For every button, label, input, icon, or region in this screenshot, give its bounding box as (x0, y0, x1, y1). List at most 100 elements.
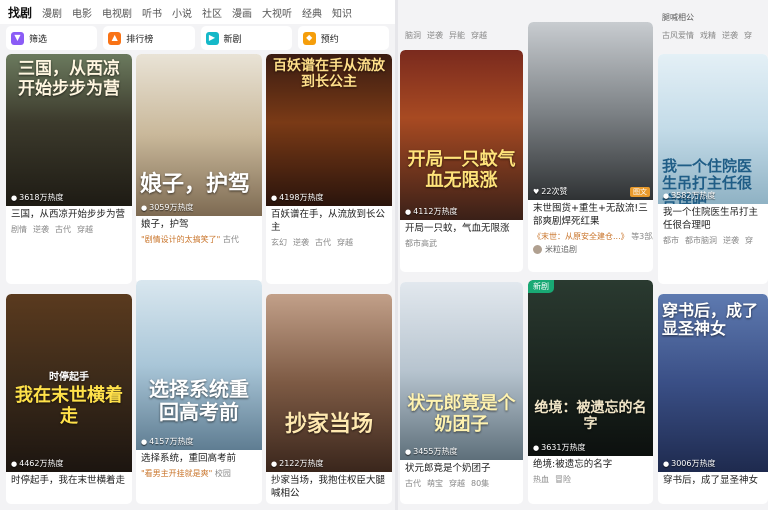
poster-title: 我在末世横着走 (15, 385, 123, 427)
drama-title: 百妖谱在手，从流放到长公主 (271, 209, 386, 233)
reserve-button[interactable]: ◆ 预约 (297, 26, 389, 50)
image-text-badge: 图文 (630, 187, 650, 197)
tag-list: 脑洞 逆袭 异能 穿越 (405, 31, 487, 40)
heat-count: ● 2122万热度 (271, 459, 324, 468)
flame-icon: ● (271, 193, 278, 202)
tag-list: 都市 都市脑洞 逆袭穿 (663, 235, 753, 245)
drama-poster[interactable]: 抄家当场 ● 2122万热度 (266, 294, 392, 472)
drama-title: 抄家当场，我抱住权臣大腿喊相公 (271, 475, 386, 499)
column-divider (395, 0, 398, 510)
tag-list: 玄幻 逆袭 古代 穿越 (271, 237, 353, 247)
flame-icon: ● (11, 193, 18, 202)
poster-title: 抄家当场 (284, 412, 373, 437)
heat-count: ● 3455万热度 (405, 447, 458, 456)
drama-card[interactable]: 抄家当场 ● 2122万热度 抄家当场，我抱住权臣大腿喊相公 (266, 294, 392, 504)
poster-title: 开局一只蚊气血无限涨 (407, 149, 516, 191)
drama-title: 选择系统，重回高考前 (141, 453, 237, 464)
drama-poster[interactable]: 时停起手 我在末世横着走 ● 4462万热度 (6, 294, 132, 472)
tab-community[interactable]: 社区 (202, 5, 222, 20)
post-card[interactable]: ♥ 22次赞 图文 末世囤货+重生+无敌流!三部爽剧焊死红果 《末世：从原安全建仓… (528, 22, 653, 272)
heat-count: ● 3006万热度 (663, 459, 716, 468)
poster-title: 绝境：被遗忘的名字 (534, 400, 647, 433)
tab-tv-series[interactable]: 电视剧 (102, 5, 132, 20)
heat-count: ● 4112万热度 (405, 207, 458, 216)
drama-card[interactable]: 开局一只蚊气血无限涨 ● 4112万热度 开局一只蚊，气血无限涨 都市高武 (400, 50, 523, 272)
drama-poster[interactable]: 我一个住院医生吊打主任很合理吧 ● 3582万热度 (658, 54, 768, 204)
drama-card[interactable]: 百妖谱在手从流放到长公主 ● 4198万热度 百妖谱在手，从流放到长公主 玄幻 逆袭… (266, 54, 392, 284)
flame-icon: ● (533, 443, 540, 452)
post-author[interactable]: 米粒追剧 (528, 242, 653, 255)
tab-classic[interactable]: 经典 (302, 5, 322, 20)
drama-card[interactable]: 选择系统重回高考前 ● 4157万热度 选择系统，重回高考前 "看男主开挂就是爽"… (136, 280, 262, 504)
like-count: ♥ 22次赞 (533, 187, 568, 196)
flame-icon: ● (663, 191, 670, 200)
drama-title: 穿书后，成了显圣神女 (663, 475, 759, 486)
flame-icon: ● (141, 437, 148, 446)
ranking-label: 排行榜 (126, 34, 154, 45)
post-title: 末世囤货+重生+无敌流!三部爽剧焊死红果 (533, 203, 648, 227)
poster-subtitle: 时停起手 (49, 372, 89, 383)
drama-title: 三国，从西凉开始步步为营 (11, 209, 126, 220)
new-drama-button[interactable]: ▶ 新剧 (200, 26, 292, 50)
avatar (533, 244, 542, 254)
tab-manga[interactable]: 漫画 (232, 5, 252, 20)
filter-button[interactable]: ▼ 筛选 (6, 26, 98, 50)
tag-list: 都市高武 (405, 238, 437, 248)
drama-poster[interactable]: 新剧 绝境：被遗忘的名字 ● 3631万热度 (528, 280, 653, 456)
quick-chips: ▼ 筛选 ▲ 排行榜 ▶ 新剧 ◆ 预约 (0, 26, 395, 50)
drama-title: 开局一只蚊，气血无限涨 (405, 223, 510, 234)
poster-title: 选择系统重回高考前 (149, 377, 249, 424)
tag-list: 剧情 逆袭 古代 穿越 (11, 224, 93, 234)
drama-card[interactable]: 穿书后，成了显圣神女 ● 3006万热度 穿书后，成了显圣神女 (658, 294, 768, 504)
drama-card[interactable]: 状元郎竟是个奶团子 ● 3455万热度 状元郎竟是个奶团子 古代 萌宝 穿越 80集 (400, 282, 523, 504)
drama-card[interactable]: 时停起手 我在末世横着走 ● 4462万热度 时停起手，我在末世横着走 (6, 294, 132, 504)
reserve-label: 预约 (320, 34, 339, 45)
poster-title: 百妖谱在手从流放到长公主 (273, 58, 385, 91)
tab-knowledge[interactable]: 知识 (332, 5, 352, 20)
comment-highlight: "剧情设计的太搞笑了" 古代 (141, 234, 239, 244)
drama-card[interactable]: 娘子，护驾 ● 3059万热度 娘子，护驾 "剧情设计的太搞笑了" 古代 (136, 54, 262, 284)
drama-poster[interactable]: 穿书后，成了显圣神女 ● 3006万热度 (658, 294, 768, 472)
post-cover[interactable]: ♥ 22次赞 图文 (528, 22, 653, 200)
drama-title-fragment: 腿喊相公 (662, 13, 694, 22)
drama-card[interactable]: 三国，从西凉开始步步为营 ● 3618万热度 三国，从西凉开始步步为营 剧情 逆袭古… (6, 54, 132, 284)
poster-title: 状元郎竟是个奶团子 (407, 393, 516, 435)
comment-highlight: "看男主开挂就是爽" 校园 (141, 468, 231, 478)
drama-poster[interactable]: 三国，从西凉开始步步为营 ● 3618万热度 (6, 54, 132, 206)
drama-poster[interactable]: 娘子，护驾 ● 3059万热度 (136, 54, 262, 216)
tab-audiobook[interactable]: 听书 (142, 5, 162, 20)
heart-icon: ♥ (533, 187, 540, 196)
drama-poster[interactable]: 状元郎竟是个奶团子 ● 3455万热度 (400, 282, 523, 460)
tag-list: 古代 萌宝 穿越 80集 (405, 478, 490, 488)
tag-list: 热血 冒险 (533, 474, 571, 484)
poster-title: 三国，从西凉开始步步为营 (18, 59, 120, 99)
drama-poster[interactable]: 开局一只蚊气血无限涨 ● 4112万热度 (400, 50, 523, 220)
drama-card[interactable]: 新剧 绝境：被遗忘的名字 ● 3631万热度 绝境:被遗忘的名字 热血 冒险 (528, 280, 653, 504)
category-tabs: 找剧 漫剧 电影 电视剧 听书 小说 社区 漫画 大视听 经典 知识 (0, 0, 395, 24)
tab-audiovisual[interactable]: 大视听 (262, 5, 292, 20)
heat-count: ● 3631万热度 (533, 443, 586, 452)
new-drama-badge: 新剧 (528, 280, 554, 293)
flame-icon: ● (663, 459, 670, 468)
drama-poster[interactable]: 选择系统重回高考前 ● 4157万热度 (136, 280, 262, 450)
tag-list: 古风爱情 戏精 逆袭穿 (662, 31, 752, 40)
flame-icon: ● (405, 207, 412, 216)
tab-movie[interactable]: 电影 (72, 5, 92, 20)
drama-poster[interactable]: 百妖谱在手从流放到长公主 ● 4198万热度 (266, 54, 392, 206)
drama-title: 绝境:被遗忘的名字 (533, 459, 613, 470)
tab-find-drama[interactable]: 找剧 (8, 4, 32, 21)
heat-count: ● 3059万热度 (141, 203, 194, 212)
heat-count: ● 4157万热度 (141, 437, 194, 446)
related-dramas: 《末世：从原安全建仓...》 等3部剧 (533, 231, 653, 241)
filter-icon: ▼ (11, 31, 24, 45)
tab-novel[interactable]: 小说 (172, 5, 192, 20)
poster-title: 穿书后，成了显圣神女 (662, 301, 759, 339)
new-drama-label: 新剧 (223, 34, 242, 45)
tab-comic-drama[interactable]: 漫剧 (42, 5, 62, 20)
heat-count: ● 4198万热度 (271, 193, 324, 202)
poster-title: 娘子，护驾 (140, 172, 251, 197)
ranking-button[interactable]: ▲ 排行榜 (103, 26, 195, 50)
drama-title: 状元郎竟是个奶团子 (405, 463, 491, 474)
drama-card[interactable]: 我一个住院医生吊打主任很合理吧 ● 3582万热度 我一个住院医生吊打主任很合理吧… (658, 54, 768, 284)
flame-icon: ● (271, 459, 278, 468)
